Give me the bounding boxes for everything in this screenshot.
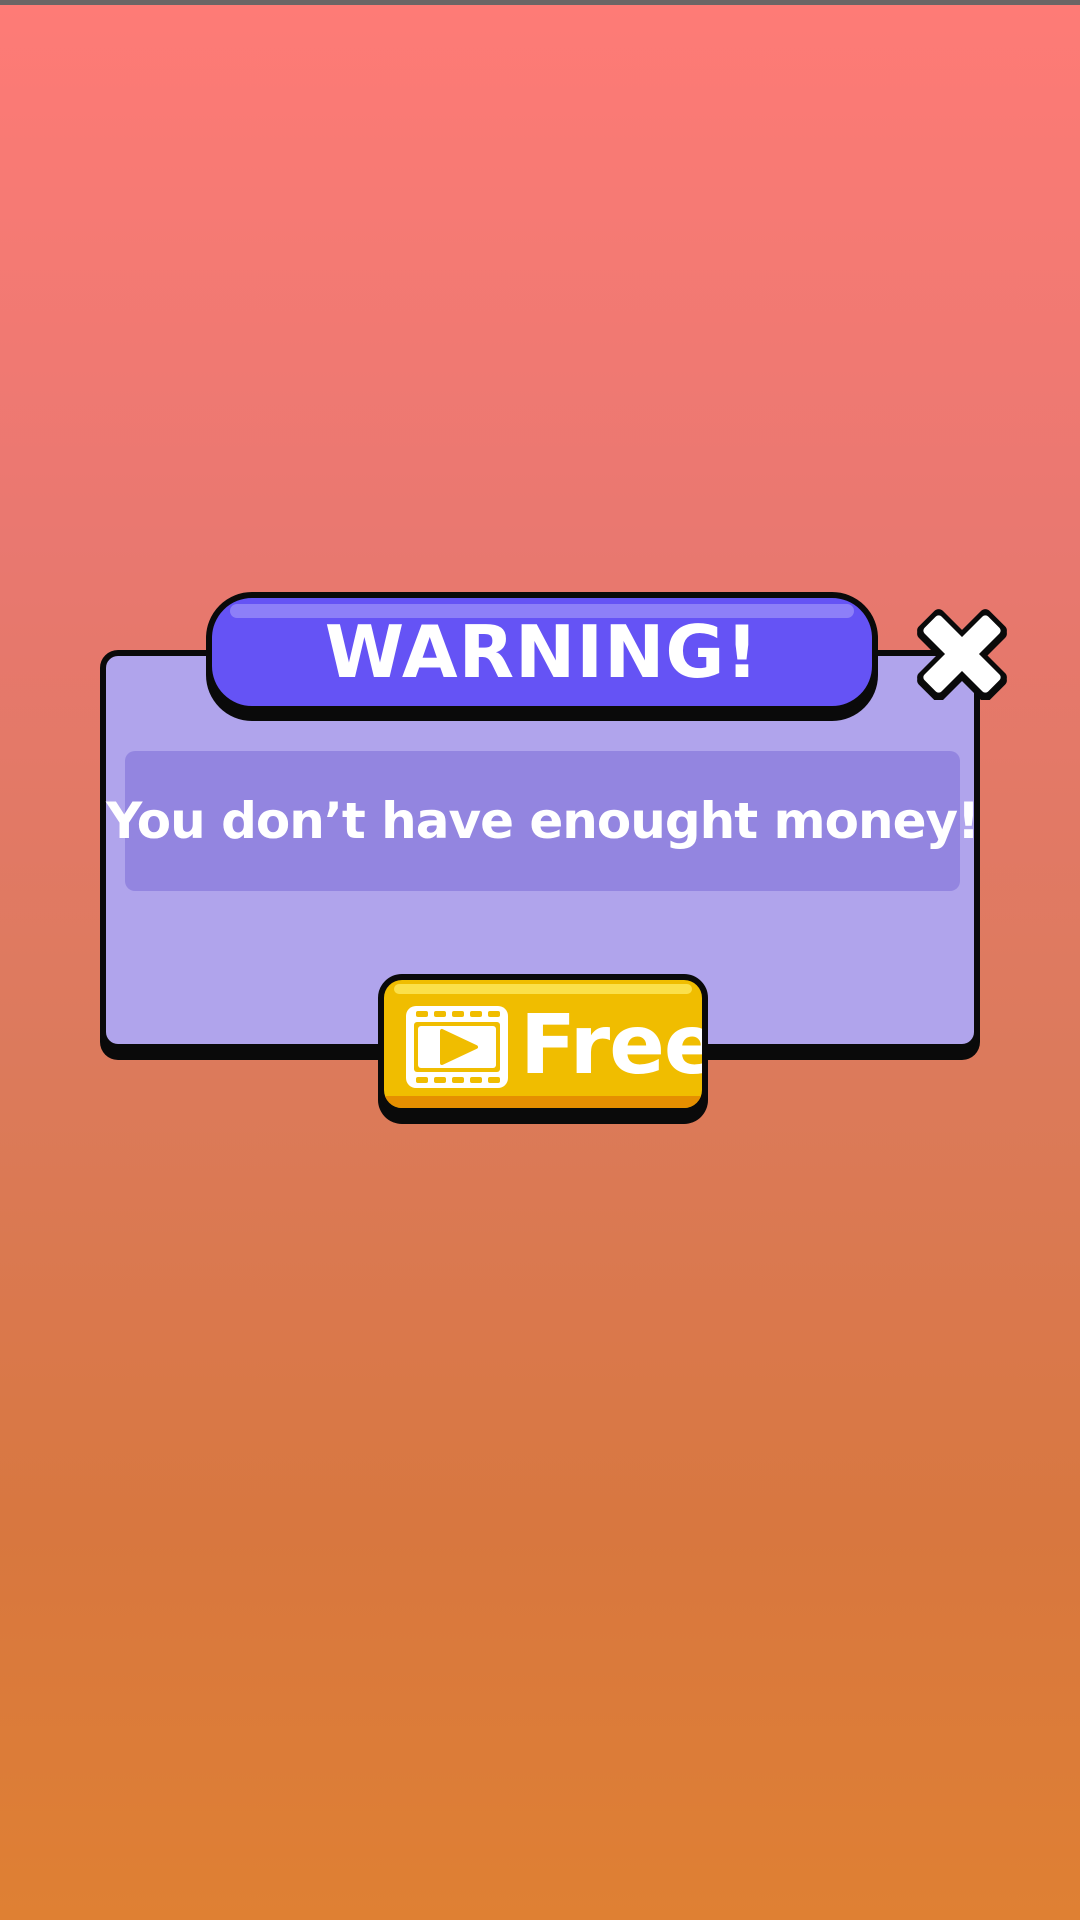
message-text: You don’t have enought money! (106, 792, 980, 850)
free-video-button[interactable]: Free (378, 974, 708, 1114)
message-box: You don’t have enought money! (106, 751, 980, 891)
close-button[interactable] (916, 608, 1008, 700)
top-strip (0, 0, 1080, 5)
title-banner: WARNING! (206, 592, 878, 712)
video-play-icon (406, 1006, 508, 1088)
close-icon (917, 609, 1007, 700)
dialog-title: WARNING! (324, 610, 760, 694)
free-button-label: Free (520, 998, 708, 1093)
